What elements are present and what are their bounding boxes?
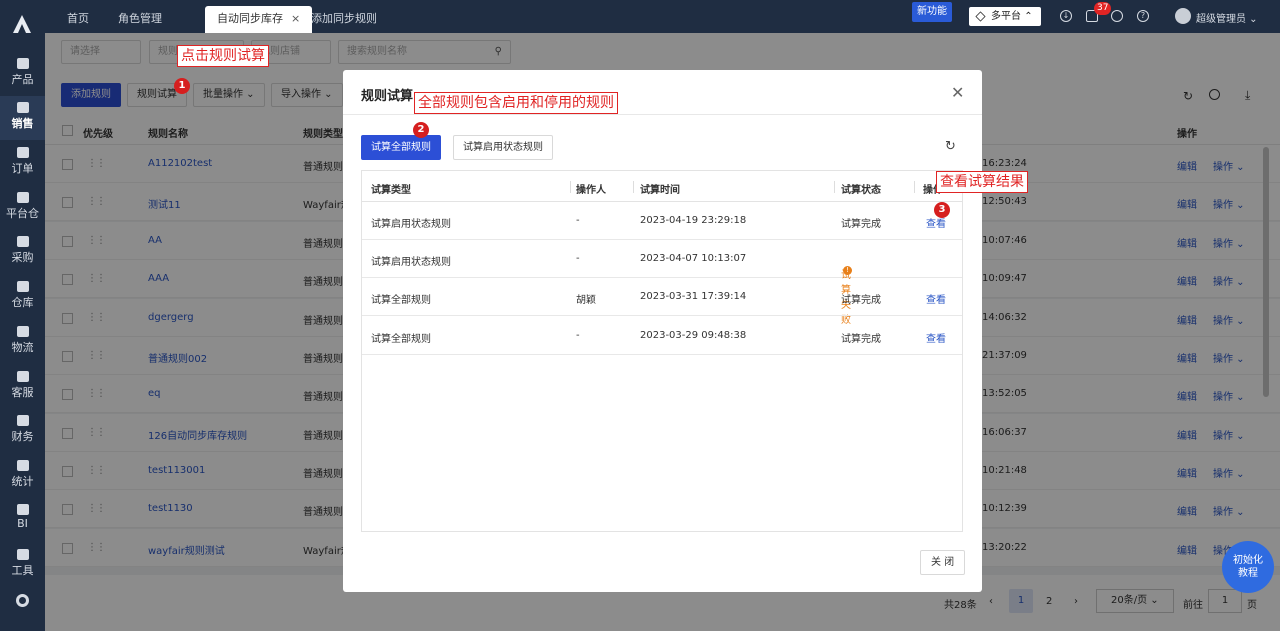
sidebar-item-tools[interactable]: 工具 bbox=[0, 543, 45, 587]
trial-row: 试算启用状态规则 - 2023-04-07 10:13:07 试算失败! bbox=[362, 240, 962, 326]
sidebar-item-sales[interactable]: 销售 bbox=[0, 96, 45, 140]
trial-table-header: 试算类型 操作人 试算时间 试算状态 操作 bbox=[362, 171, 962, 202]
finance-icon bbox=[16, 415, 29, 426]
warning-icon[interactable]: ! bbox=[843, 266, 852, 275]
avatar[interactable] bbox=[1175, 8, 1191, 24]
close-icon[interactable]: ✕ bbox=[951, 83, 964, 102]
cart-icon bbox=[16, 236, 29, 247]
download-icon[interactable]: ↓ bbox=[1060, 10, 1072, 22]
annotation-view-result: 查看试算结果 bbox=[936, 171, 1028, 193]
close-button[interactable]: 关 闭 bbox=[920, 550, 966, 575]
modal-title: 规则试算 bbox=[361, 89, 414, 104]
trial-row: 试算全部规则 - 2023-03-29 09:48:38 试算完成 查看 bbox=[362, 317, 962, 355]
new-feature-button[interactable]: 新功能 bbox=[912, 2, 952, 22]
trial-row: 试算启用状态规则 - 2023-04-19 23:29:18 试算完成 查看 bbox=[362, 202, 962, 240]
headset-icon[interactable] bbox=[1111, 10, 1123, 22]
sidebar: 产品 销售 订单 平台仓 采购 仓库 物流 客服 财务 统计 BI 工具 bbox=[0, 0, 45, 631]
sidebar-item-bi[interactable]: BI bbox=[0, 498, 45, 542]
pie-chart-icon bbox=[16, 460, 29, 471]
tab-auto-sync-inventory[interactable]: 自动同步库存 × bbox=[205, 6, 313, 33]
sidebar-item-orders[interactable]: 订单 bbox=[0, 141, 45, 185]
trial-enabled-rules-button[interactable]: 试算启用状态规则 bbox=[453, 135, 553, 160]
tools-icon bbox=[16, 549, 29, 560]
view-result-link[interactable]: 查看 bbox=[926, 291, 946, 306]
orders-icon bbox=[16, 147, 29, 158]
rule-trial-modal: 规则试算 ✕ 试算全部规则 试算启用状态规则 ↻ 试算类型 操作人 试算时间 试… bbox=[343, 70, 982, 592]
bi-icon bbox=[16, 504, 29, 515]
annotation-all-rules: 全部规则包含启用和停用的规则 bbox=[414, 92, 618, 114]
tutorial-button[interactable]: 初始化 教程 bbox=[1222, 541, 1274, 593]
platform-select[interactable]: 多平台 ⌃ bbox=[969, 7, 1041, 26]
help-icon[interactable]: ? bbox=[1137, 10, 1149, 22]
step-marker-2: 2 bbox=[413, 122, 429, 138]
modal-divider bbox=[343, 114, 982, 115]
trial-row: 试算全部规则 胡颖 2023-03-31 17:39:14 试算完成 查看 bbox=[362, 278, 962, 316]
tab-add-sync-rule[interactable]: 添加同步规则 bbox=[299, 6, 389, 33]
trial-all-rules-button[interactable]: 试算全部规则 bbox=[361, 135, 441, 160]
product-icon bbox=[16, 58, 29, 69]
sidebar-item-service[interactable]: 客服 bbox=[0, 365, 45, 409]
tab-home[interactable]: 首页 bbox=[55, 6, 101, 33]
warehouse-icon bbox=[16, 281, 29, 292]
platform-warehouse-icon bbox=[16, 192, 29, 203]
annotation-click-trial: 点击规则试算 bbox=[177, 45, 269, 67]
view-result-link[interactable]: 查看 bbox=[926, 330, 946, 345]
sidebar-item-logistics[interactable]: 物流 bbox=[0, 320, 45, 364]
step-marker-1: 1 bbox=[174, 78, 190, 94]
user-menu[interactable]: 超级管理员 ⌄ bbox=[1196, 10, 1258, 25]
refresh-icon[interactable]: ↻ bbox=[945, 139, 956, 154]
settings-icon[interactable] bbox=[16, 594, 29, 607]
step-marker-3: 3 bbox=[934, 202, 950, 218]
notification-badge: 37 bbox=[1094, 2, 1112, 15]
layers-icon bbox=[975, 11, 986, 22]
mail-icon bbox=[16, 371, 29, 382]
truck-icon bbox=[16, 326, 29, 337]
sidebar-item-statistics[interactable]: 统计 bbox=[0, 454, 45, 498]
sidebar-item-platform-warehouse[interactable]: 平台仓 bbox=[0, 186, 45, 230]
sidebar-item-product[interactable]: 产品 bbox=[0, 52, 45, 96]
sidebar-item-purchase[interactable]: 采购 bbox=[0, 230, 45, 274]
sales-icon bbox=[16, 102, 29, 113]
app-logo[interactable] bbox=[10, 12, 34, 36]
sidebar-item-finance[interactable]: 财务 bbox=[0, 409, 45, 453]
sidebar-item-warehouse[interactable]: 仓库 bbox=[0, 275, 45, 319]
chevron-up-icon: ⌃ bbox=[1024, 11, 1033, 22]
trial-records-table: 试算类型 操作人 试算时间 试算状态 操作 试算启用状态规则 - 2023-04… bbox=[361, 170, 963, 532]
tab-role-management[interactable]: 角色管理 bbox=[106, 6, 174, 33]
